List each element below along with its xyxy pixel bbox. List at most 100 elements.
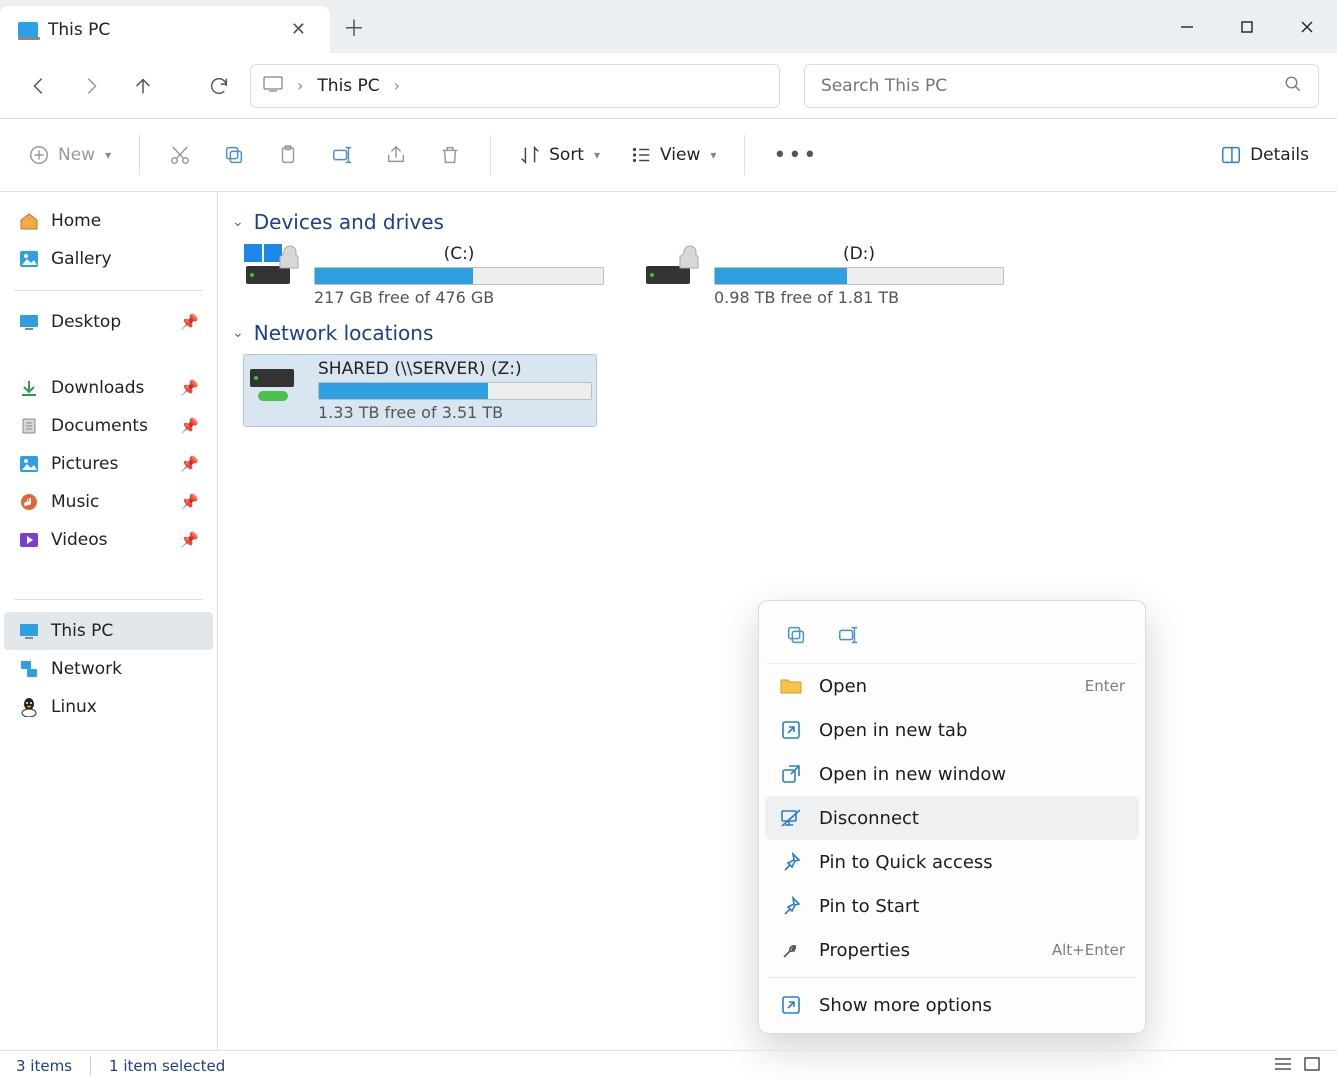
status-item-count: 3 items <box>16 1057 72 1075</box>
sidebar-item-downloads[interactable]: Downloads 📌 <box>4 369 213 407</box>
context-menu-toolbar <box>765 607 1139 664</box>
view-list-button[interactable] <box>1273 1056 1293 1076</box>
sidebar-item-desktop[interactable]: Desktop 📌 <box>4 303 213 341</box>
gallery-icon <box>18 249 40 269</box>
close-window-button[interactable] <box>1277 0 1337 53</box>
view-button[interactable]: View ▾ <box>620 133 726 177</box>
sidebar-item-pictures[interactable]: Pictures 📌 <box>4 445 213 483</box>
network-disk-icon <box>248 359 306 405</box>
ctx-open-new-window[interactable]: Open in new window <box>765 752 1139 796</box>
drive-free: 1.33 TB free of 3.51 TB <box>318 403 592 422</box>
chevron-down-icon: ⌄ <box>232 325 244 341</box>
sidebar-label: This PC <box>51 621 113 641</box>
ctx-pin-start[interactable]: Pin to Start <box>765 884 1139 928</box>
up-button[interactable] <box>122 65 164 107</box>
ctx-accel: Enter <box>1085 677 1125 695</box>
group-label: Devices and drives <box>254 210 444 234</box>
drive-name: SHARED (\\SERVER) (Z:) <box>318 359 592 379</box>
rename-button[interactable] <box>320 133 364 177</box>
sidebar-item-gallery[interactable]: Gallery <box>4 240 213 278</box>
maximize-button[interactable] <box>1217 0 1277 53</box>
documents-icon <box>18 416 40 436</box>
separator <box>490 135 491 175</box>
chevron-down-icon: ▾ <box>710 148 716 162</box>
separator <box>139 135 140 175</box>
details-pane-button[interactable]: Details <box>1210 133 1319 177</box>
ctx-label: Properties <box>819 940 910 961</box>
linux-icon <box>18 697 40 717</box>
nav-row: › This PC › <box>0 53 1337 118</box>
pin-icon <box>779 894 803 918</box>
pictures-icon <box>18 454 40 474</box>
close-tab-button[interactable]: ✕ <box>285 15 312 44</box>
address-bar[interactable]: › This PC › <box>250 64 780 108</box>
ctx-show-more[interactable]: Show more options <box>765 983 1139 1027</box>
sidebar-item-home[interactable]: Home <box>4 202 213 240</box>
usage-bar <box>314 267 604 285</box>
sidebar-item-thispc[interactable]: This PC <box>4 612 213 650</box>
minimize-button[interactable] <box>1157 0 1217 53</box>
ctx-disconnect[interactable]: Disconnect <box>765 796 1139 840</box>
ctx-label: Disconnect <box>819 808 919 829</box>
back-button[interactable] <box>18 65 60 107</box>
more-button[interactable]: ••• <box>763 133 828 177</box>
toolbar: New ▾ Sort ▾ View ▾ ••• Details <box>0 118 1337 192</box>
pin-icon: 📌 <box>180 455 199 473</box>
pin-icon <box>779 850 803 874</box>
sidebar-label: Videos <box>51 530 108 550</box>
rename-button[interactable] <box>825 615 871 655</box>
chevron-right-icon: › <box>394 76 400 95</box>
sidebar-label: Desktop <box>51 312 121 332</box>
disk-icon <box>244 244 302 290</box>
search-input[interactable] <box>821 76 1284 96</box>
chevron-down-icon: ▾ <box>105 148 111 162</box>
sidebar-item-documents[interactable]: Documents 📌 <box>4 407 213 445</box>
ctx-pin-quick[interactable]: Pin to Quick access <box>765 840 1139 884</box>
drive-c[interactable]: (C:) 217 GB free of 476 GB <box>244 244 604 307</box>
sidebar-label: Music <box>51 492 99 512</box>
tab-this-pc[interactable]: This PC ✕ <box>0 6 330 53</box>
share-button[interactable] <box>374 133 418 177</box>
pin-icon: 📌 <box>180 379 199 397</box>
delete-button[interactable] <box>428 133 472 177</box>
drive-d[interactable]: (D:) 0.98 TB free of 1.81 TB <box>644 244 1004 307</box>
search-box[interactable] <box>804 64 1319 108</box>
paste-button[interactable] <box>266 133 310 177</box>
copy-button[interactable] <box>773 615 819 655</box>
cut-button[interactable] <box>158 133 202 177</box>
sidebar-label: Documents <box>51 416 148 436</box>
view-icons-button[interactable] <box>1303 1056 1321 1076</box>
separator <box>90 1057 91 1075</box>
refresh-button[interactable] <box>198 65 240 107</box>
sidebar-label: Network <box>51 659 122 679</box>
sidebar-item-videos[interactable]: Videos 📌 <box>4 521 213 559</box>
sort-button[interactable]: Sort ▾ <box>509 133 610 177</box>
drive-z[interactable]: SHARED (\\SERVER) (Z:) 1.33 TB free of 3… <box>244 355 596 426</box>
content-pane: ⌄ Devices and drives (C:) 217 GB free of… <box>218 192 1337 1050</box>
ctx-open[interactable]: Open Enter <box>765 664 1139 708</box>
window-controls <box>1157 0 1337 53</box>
sidebar-item-music[interactable]: Music 📌 <box>4 483 213 521</box>
more-options-icon <box>779 993 803 1017</box>
sidebar-label: Downloads <box>51 378 144 398</box>
videos-icon <box>18 530 40 550</box>
sidebar-item-network[interactable]: Network <box>4 650 213 688</box>
ctx-label: Open <box>819 676 867 697</box>
copy-button[interactable] <box>212 133 256 177</box>
breadcrumb[interactable]: This PC <box>317 76 379 96</box>
ctx-open-new-tab[interactable]: Open in new tab <box>765 708 1139 752</box>
group-network-header[interactable]: ⌄ Network locations <box>232 321 1325 345</box>
group-devices-header[interactable]: ⌄ Devices and drives <box>232 210 1325 234</box>
ctx-properties[interactable]: Properties Alt+Enter <box>765 928 1139 972</box>
sidebar-item-linux[interactable]: Linux <box>4 688 213 726</box>
view-label: View <box>660 145 700 165</box>
usage-bar <box>318 382 592 400</box>
forward-button[interactable] <box>70 65 112 107</box>
ctx-accel: Alt+Enter <box>1052 941 1125 959</box>
usage-bar <box>714 267 1004 285</box>
new-window-icon <box>779 762 803 786</box>
monitor-icon <box>263 76 283 96</box>
new-button[interactable]: New ▾ <box>18 133 121 177</box>
new-tab-button[interactable]: ＋ <box>330 0 378 53</box>
downloads-icon <box>18 378 40 398</box>
